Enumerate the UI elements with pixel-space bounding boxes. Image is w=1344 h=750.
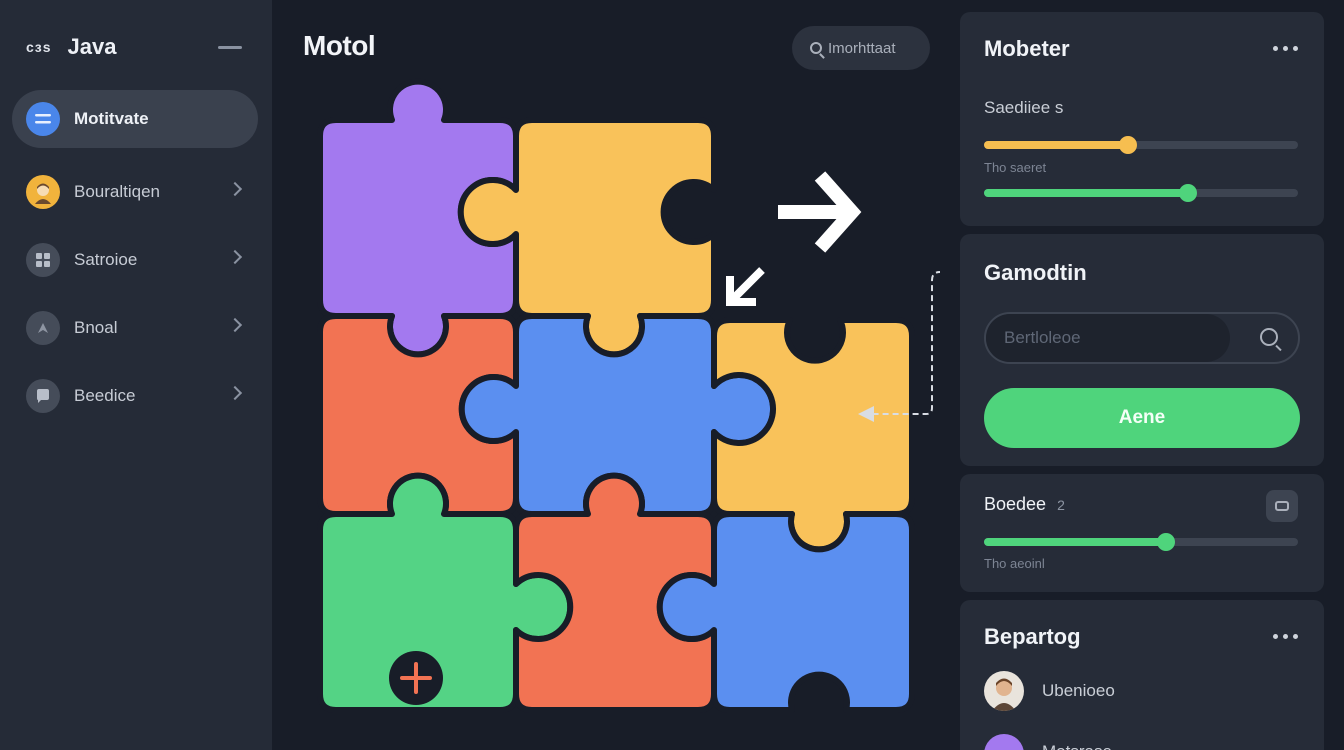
slider-fill — [984, 189, 1188, 197]
search-icon[interactable] — [1260, 328, 1278, 346]
sidebar-item-label: Bnoal — [74, 318, 118, 337]
chevron-right-icon — [227, 181, 243, 197]
slider-track[interactable] — [984, 533, 1298, 551]
slider-fill — [984, 538, 1166, 546]
bepartog-card: Bepartog Ubenioeo Motsrase — [960, 600, 1324, 750]
more-options-icon[interactable] — [1273, 46, 1298, 51]
avatar-icon — [26, 175, 60, 209]
app-logo-icon: cɜs — [26, 39, 52, 55]
slider-label: Tho saeret — [984, 160, 1047, 175]
card-title: Mobeter — [984, 36, 1070, 61]
list-item-label: Motsrase — [1042, 742, 1112, 750]
sidebar-item-bouraltiqen[interactable]: Bouraltiqen — [12, 163, 258, 221]
slider-track[interactable] — [984, 136, 1298, 154]
puzzle-board — [317, 78, 940, 713]
window-icon — [1275, 501, 1289, 511]
user-avatar[interactable] — [984, 671, 1024, 711]
sidebar-item-bnoal[interactable]: Bnoal — [12, 299, 258, 357]
slider-handle[interactable] — [1157, 533, 1175, 551]
mobeter-card: Mobeter Saediiee s Tho saeret — [960, 12, 1324, 226]
sidebar-item-label: Beedice — [74, 386, 136, 405]
compass-icon — [26, 311, 60, 345]
sidebar-item-satroioe[interactable]: Satroioe — [12, 231, 258, 289]
chat-icon — [26, 379, 60, 413]
sidebar-item-beedice[interactable]: Beedice — [12, 367, 258, 425]
slider-label: Saediiee s — [984, 98, 1064, 117]
card-title: Bepartog — [984, 624, 1081, 649]
slider-fill — [984, 141, 1128, 149]
sidebar-item-label: Motitvate — [74, 109, 149, 128]
brand[interactable]: cɜs Java — [26, 34, 116, 60]
sidebar-item-label: Bouraltiqen — [74, 182, 161, 201]
card-title: Gamodtin — [984, 260, 1087, 285]
chevron-right-icon — [227, 249, 243, 265]
sidebar: cɜs Java Motitvate Bouraltiqen Satroioe … — [0, 0, 272, 750]
card-title: Boedee 2 — [984, 494, 1065, 515]
slider-handle[interactable] — [1119, 136, 1137, 154]
count-badge: 2 — [1057, 497, 1065, 513]
grid-icon — [26, 243, 60, 277]
search-icon — [810, 42, 822, 54]
app-title: Java — [67, 34, 117, 59]
search-field — [984, 312, 1300, 364]
card-title-text: Boedee — [984, 494, 1047, 514]
chevron-right-icon — [227, 317, 243, 333]
list-item-label: Ubenioeo — [1042, 681, 1115, 700]
gamodtin-card: Gamodtin Aene — [960, 234, 1324, 466]
more-options-icon[interactable] — [1273, 634, 1298, 639]
user-avatar[interactable] — [984, 734, 1024, 750]
arrow-down-left-icon — [726, 267, 765, 306]
card-action-button[interactable] — [1266, 490, 1298, 522]
list-icon — [26, 102, 60, 136]
boedee-card: Boedee 2 Tho aeoinl — [960, 474, 1324, 592]
arrow-right-icon — [778, 171, 862, 253]
slider-track[interactable] — [984, 184, 1298, 202]
primary-action-button[interactable]: Aene — [984, 388, 1300, 448]
search-label: Imorhttaat — [828, 39, 896, 57]
sidebar-item-label: Satroioe — [74, 250, 138, 269]
slider-handle[interactable] — [1179, 184, 1197, 202]
collapse-sidebar-button[interactable] — [218, 46, 242, 49]
chevron-right-icon — [227, 385, 243, 401]
sidebar-item-motitvate[interactable]: Motitvate — [12, 90, 258, 148]
slider-label: Tho aeoinl — [984, 556, 1045, 571]
search-input[interactable] — [986, 314, 1230, 362]
